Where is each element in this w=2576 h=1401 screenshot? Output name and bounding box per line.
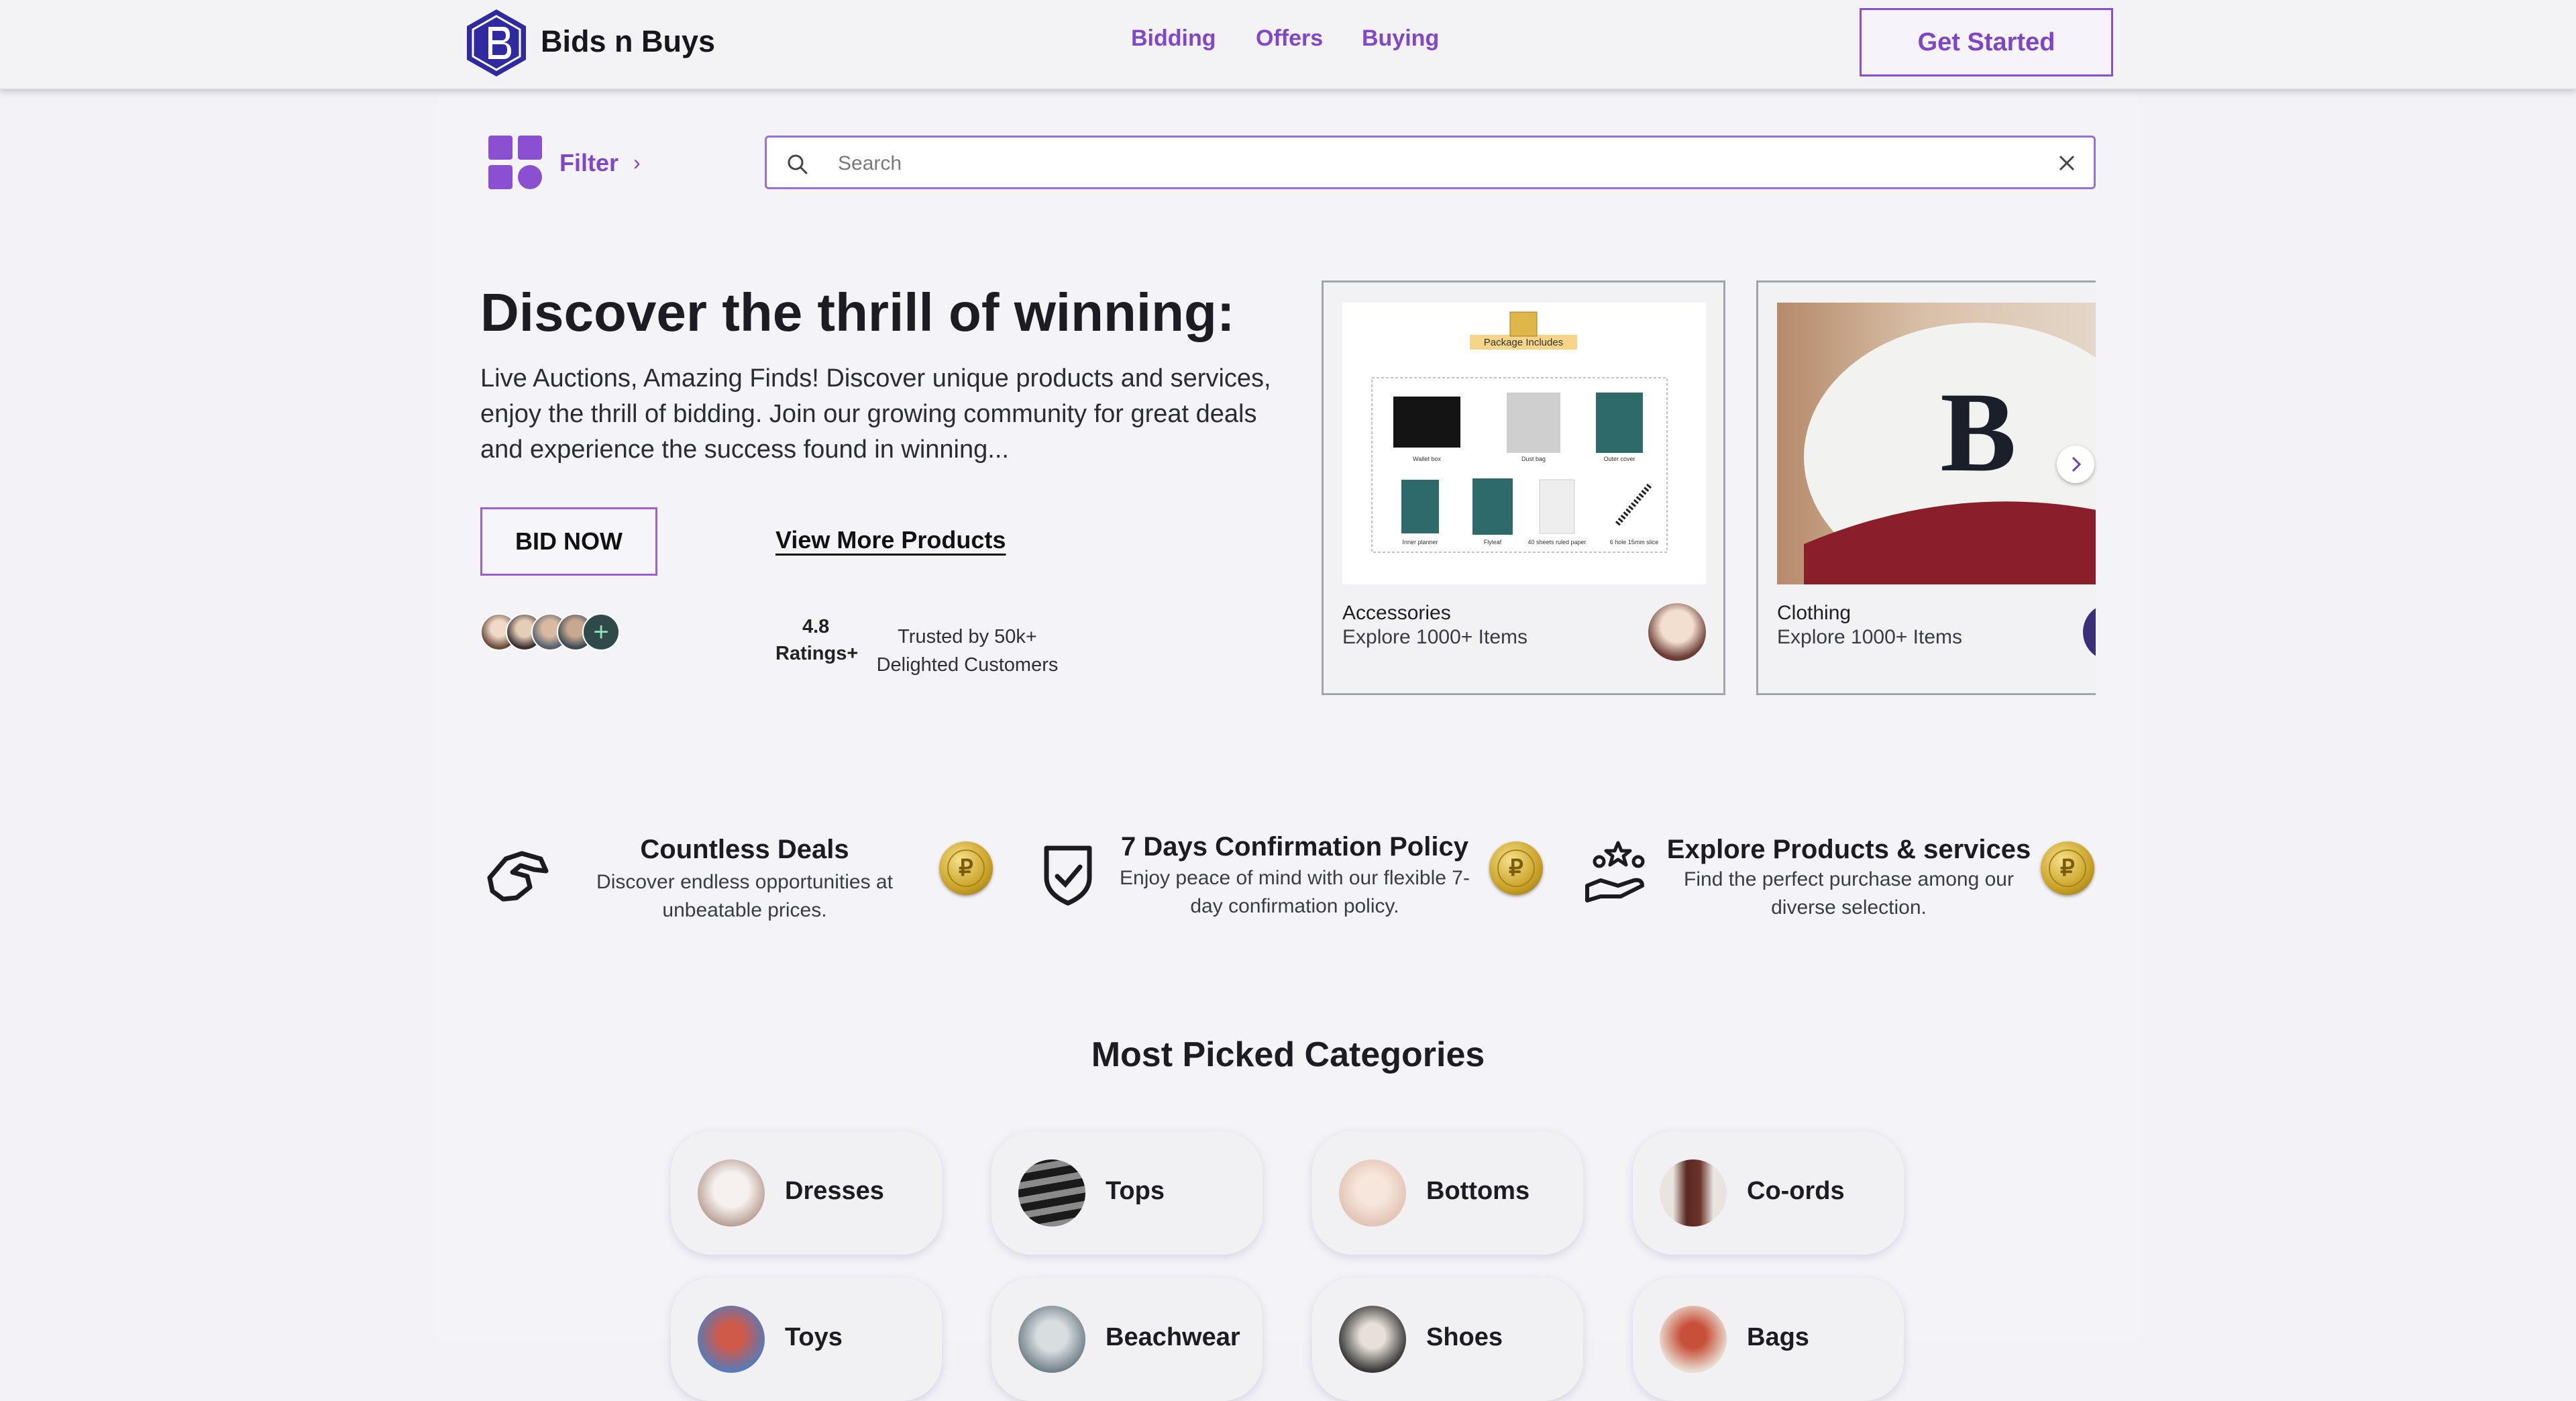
svg-text:B: B	[1940, 369, 2016, 495]
category-label: Co-ords	[1747, 1177, 1845, 1205]
category-label: Toys	[785, 1323, 843, 1351]
top-navbar: Bids n Buys Bidding Offers Buying Get St…	[0, 0, 2576, 89]
avatar	[2083, 603, 2096, 661]
feature-title: Countless Deals	[640, 835, 849, 864]
category-image	[1660, 1306, 1727, 1373]
feature-description: Enjoy peace of mind with our flexible 7-…	[1120, 867, 1470, 917]
rating-value: 4.8	[802, 616, 830, 637]
category-co-ords[interactable]: Co-ords	[1633, 1131, 1904, 1255]
category-image	[1339, 1306, 1406, 1373]
image-label: Outer cover	[1603, 456, 1635, 462]
image-label: 40 sheets ruled paper	[1527, 539, 1586, 546]
get-started-button[interactable]: Get Started	[1860, 8, 2113, 76]
category-label: Shoes	[1426, 1323, 1503, 1351]
category-image	[1018, 1159, 1085, 1227]
close-icon[interactable]	[2055, 151, 2079, 175]
feature-description: Discover endless opportunities at unbeat…	[596, 871, 893, 921]
avatar	[1648, 603, 1706, 661]
category-label: Bags	[1747, 1323, 1809, 1351]
brand-logo-icon[interactable]	[466, 8, 527, 78]
search-icon	[788, 154, 808, 174]
filter-button[interactable]: Filter	[559, 149, 619, 177]
shield-check-icon	[1044, 845, 1092, 906]
image-label: Wallet box	[1413, 456, 1441, 462]
plus-icon[interactable]: +	[582, 613, 620, 651]
image-label: Dust bag	[1521, 456, 1546, 462]
nav-offers[interactable]: Offers	[1256, 25, 1323, 52]
nav-bidding[interactable]: Bidding	[1131, 25, 1216, 52]
category-bags[interactable]: Bags	[1633, 1278, 1904, 1401]
category-dresses[interactable]: Dresses	[671, 1131, 942, 1255]
handshake-icon	[487, 851, 549, 902]
product-subtitle: Explore 1000+ Items	[1342, 626, 1527, 648]
category-image	[1339, 1159, 1406, 1227]
product-name: Clothing	[1777, 602, 1851, 624]
brand-name[interactable]: Bids n Buys	[541, 24, 715, 59]
category-image	[1660, 1159, 1727, 1227]
category-toys[interactable]: Toys	[671, 1278, 942, 1401]
category-bottoms[interactable]: Bottoms	[1312, 1131, 1583, 1255]
categories-heading: Most Picked Categories	[1091, 1035, 1485, 1074]
feature-description: Find the perfect purchase among our dive…	[1684, 868, 2014, 919]
carousel-next-button[interactable]	[2057, 446, 2094, 483]
coin-icon: ₽	[1489, 841, 1543, 895]
image-caption: Package Includes	[1484, 337, 1563, 348]
hand-stars-icon	[1585, 841, 1645, 902]
category-image	[698, 1159, 765, 1227]
category-beachwear[interactable]: Beachwear	[991, 1278, 1263, 1401]
category-label: Beachwear	[1106, 1323, 1240, 1351]
category-tops[interactable]: Tops	[991, 1131, 1263, 1255]
accessories-image: Package Includes Wallet box Dust bag Out…	[1342, 303, 1706, 584]
image-label: Inner planner	[1402, 539, 1438, 546]
product-name: Accessories	[1342, 602, 1451, 624]
search-input[interactable]	[837, 148, 2006, 179]
feature-title: 7 Days Confirmation Policy	[1121, 832, 1468, 862]
view-more-products-link[interactable]: View More Products	[775, 526, 1006, 554]
trusted-text: Trusted by 50k+ Delighted Customers	[876, 626, 1059, 676]
category-label: Tops	[1106, 1177, 1165, 1205]
nav-buying[interactable]: Buying	[1362, 25, 1439, 52]
coin-icon: ₽	[939, 841, 993, 895]
category-label: Dresses	[785, 1177, 884, 1205]
category-shoes[interactable]: Shoes	[1312, 1278, 1583, 1401]
hero-title: Discover the thrill of winning:	[480, 282, 1235, 342]
category-image	[1018, 1306, 1085, 1373]
search-bar	[765, 136, 2096, 189]
product-subtitle: Explore 1000+ Items	[1777, 626, 1962, 648]
image-label: 6 hole 15mm slice	[1610, 539, 1659, 546]
product-card-accessories[interactable]: Package Includes Wallet box Dust bag Out…	[1322, 280, 1725, 695]
chevron-right-icon[interactable]: ›	[633, 150, 641, 175]
category-label: Bottoms	[1426, 1177, 1530, 1205]
grid-icon[interactable]	[488, 136, 542, 189]
clothing-image: B	[1777, 303, 2096, 584]
image-label: Flyleaf	[1484, 539, 1502, 546]
hero-description: Live Auctions, Amazing Finds! Discover u…	[480, 364, 1271, 464]
customer-avatars: +	[480, 613, 641, 654]
feature-title: Explore Products & services	[1666, 835, 2031, 864]
bid-now-button[interactable]: BID NOW	[480, 507, 657, 576]
coin-icon: ₽	[2041, 841, 2094, 895]
product-carousel: Package Includes Wallet box Dust bag Out…	[1322, 280, 2096, 696]
category-image	[698, 1306, 765, 1373]
rating-label: Ratings+	[775, 643, 859, 664]
product-card-clothing[interactable]: B Clothing Explore 1000+ Items	[1756, 280, 2096, 695]
